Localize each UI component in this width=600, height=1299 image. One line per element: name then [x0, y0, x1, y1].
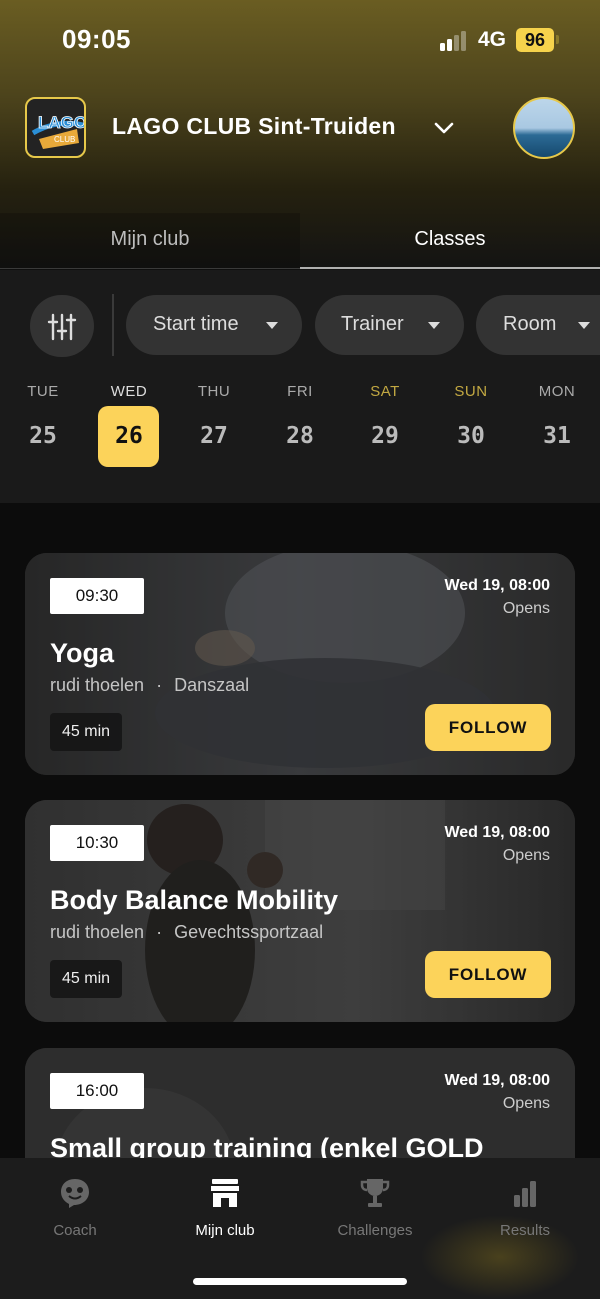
battery-nub	[556, 35, 559, 44]
filter-button[interactable]	[30, 295, 94, 357]
svg-text:LAGO: LAGO	[38, 113, 86, 132]
duration-badge: 45 min	[50, 960, 123, 998]
opens-label: Opens	[502, 1095, 550, 1112]
time-badge: 16:00	[50, 1073, 144, 1109]
class-card-yoga[interactable]: 09:30 Wed 19, 08:00 Opens Yoga rudi thoe…	[25, 553, 575, 775]
svg-text:CLUB: CLUB	[54, 135, 75, 144]
avatar[interactable]	[513, 97, 575, 159]
class-meta: rudi thoelen · Danszaal	[50, 675, 249, 696]
coach-icon	[61, 1179, 89, 1208]
room-name: Gevechtssportzaal	[174, 922, 324, 942]
meta-separator: ·	[156, 675, 163, 695]
bar-chart-icon	[514, 1181, 536, 1207]
caret-down-icon	[578, 322, 590, 329]
nav-mijn-club[interactable]: Mijn club	[150, 1158, 300, 1258]
follow-button[interactable]: FOLLOW	[425, 704, 551, 751]
day-mon[interactable]: MON 31	[525, 383, 589, 453]
day-tue[interactable]: TUE 25	[11, 383, 75, 453]
meta-separator: ·	[156, 922, 163, 942]
battery-icon: 96	[516, 28, 554, 52]
nav-label: Results	[499, 1222, 551, 1239]
tab-bar: Mijn club Classes	[0, 213, 600, 270]
nav-label: Challenges	[337, 1222, 413, 1239]
time-badge: 10:30	[50, 825, 144, 861]
trophy-icon	[360, 1179, 390, 1207]
filter-chip-room[interactable]: Room	[476, 295, 600, 355]
class-meta: rudi thoelen · Gevechtssportzaal	[50, 922, 323, 943]
trainer-name: rudi thoelen	[50, 675, 145, 695]
room-name: Danszaal	[174, 675, 250, 695]
chip-label: Trainer	[341, 313, 404, 335]
tab-classes[interactable]: Classes	[300, 213, 600, 270]
day-sun[interactable]: SUN 30	[439, 383, 503, 453]
caret-down-icon	[266, 322, 278, 329]
club-name[interactable]: LAGO CLUB Sint-Truiden	[112, 113, 396, 140]
class-title: Body Balance Mobility	[50, 885, 339, 915]
network-label: 4G	[478, 28, 507, 51]
chip-label: Room	[503, 313, 557, 335]
day-sat[interactable]: SAT 29	[353, 383, 417, 453]
home-indicator[interactable]	[193, 1278, 407, 1285]
caret-down-icon	[428, 322, 440, 329]
nav-challenges[interactable]: Challenges	[300, 1158, 450, 1258]
opens-label: Opens	[502, 847, 550, 864]
nav-results[interactable]: Results	[450, 1158, 600, 1258]
class-card-body-balance[interactable]: 10:30 Wed 19, 08:00 Opens Body Balance M…	[25, 800, 575, 1022]
duration-badge: 45 min	[50, 713, 123, 751]
tab-mijn-club[interactable]: Mijn club	[0, 213, 300, 270]
opens-date: Wed 19, 08:00	[444, 1072, 550, 1089]
nav-coach[interactable]: Coach	[0, 1158, 150, 1258]
club-logo[interactable]: LAGO CLUB	[25, 97, 86, 158]
filter-chip-start-time[interactable]: Start time	[126, 295, 302, 355]
nav-label: Coach	[53, 1222, 97, 1239]
class-title: Yoga	[50, 638, 115, 668]
opens-date: Wed 19, 08:00	[444, 824, 550, 841]
filter-chip-trainer[interactable]: Trainer	[315, 295, 464, 355]
trainer-name: rudi thoelen	[50, 922, 145, 942]
time-badge: 09:30	[50, 578, 144, 614]
store-icon	[211, 1179, 239, 1207]
day-wed[interactable]: WED 26	[97, 383, 161, 453]
follow-button[interactable]: FOLLOW	[425, 951, 551, 998]
signal-icon	[440, 31, 470, 51]
sliders-icon	[47, 313, 77, 341]
filter-divider	[112, 294, 114, 356]
nav-label: Mijn club	[195, 1222, 255, 1239]
chevron-down-icon[interactable]	[432, 118, 456, 138]
chip-label: Start time	[153, 313, 239, 335]
tab-active-indicator	[300, 267, 600, 269]
status-bar: 09:05 4G 96	[0, 0, 600, 80]
day-fri[interactable]: FRI 28	[268, 383, 332, 453]
opens-date: Wed 19, 08:00	[444, 577, 550, 594]
day-thu[interactable]: THU 27	[182, 383, 246, 453]
opens-label: Opens	[502, 600, 550, 617]
status-time: 09:05	[62, 24, 131, 54]
